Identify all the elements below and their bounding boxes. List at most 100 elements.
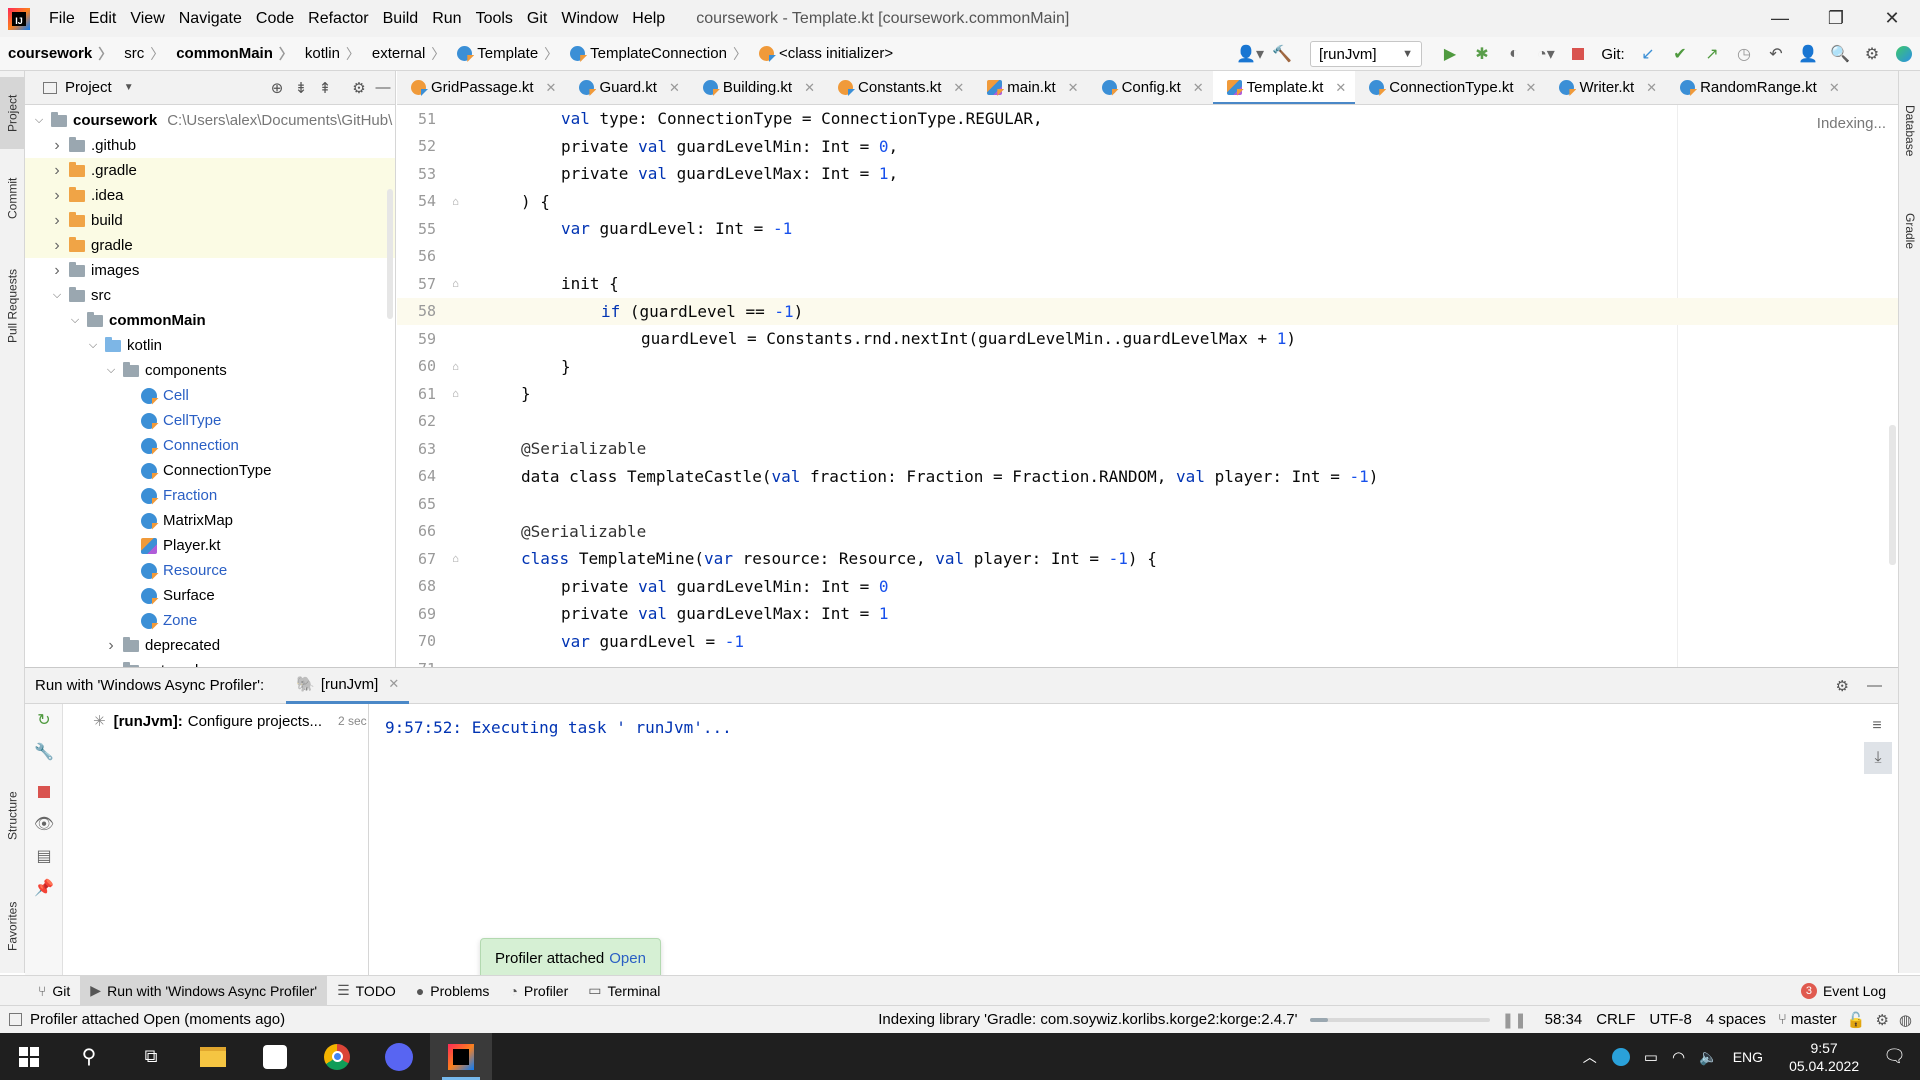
hide-panel-icon[interactable]: — bbox=[1867, 677, 1882, 694]
menu-item[interactable]: View bbox=[123, 10, 171, 28]
inspection-icon[interactable]: ⚙ bbox=[1875, 1011, 1888, 1029]
tree-item[interactable]: ⌵external bbox=[25, 658, 395, 667]
tree-item[interactable]: Player.kt bbox=[25, 533, 395, 558]
tool-window-button[interactable]: ⑂ Git bbox=[28, 976, 80, 1006]
hide-panel-icon[interactable]: — bbox=[371, 79, 395, 96]
fold-marker-icon[interactable]: ⌂ bbox=[442, 360, 469, 373]
fold-marker-icon[interactable]: ⌂ bbox=[442, 277, 469, 290]
close-button[interactable]: ✕ bbox=[1864, 0, 1920, 37]
project-view-select[interactable]: Project bbox=[65, 79, 112, 96]
close-tab-icon[interactable]: ✕ bbox=[669, 80, 680, 96]
wrench-icon[interactable]: 🔧 bbox=[25, 736, 63, 768]
menu-item[interactable]: Build bbox=[376, 10, 426, 28]
close-tab-icon[interactable]: ✕ bbox=[804, 80, 815, 96]
editor-tab[interactable]: Building.kt ✕ bbox=[689, 71, 824, 104]
tree-item[interactable]: Connection bbox=[25, 433, 395, 458]
tree-item[interactable]: › deprecated bbox=[25, 633, 395, 658]
file-explorer-icon[interactable] bbox=[182, 1033, 244, 1080]
chevron-right-icon[interactable]: › bbox=[49, 137, 65, 155]
profiler-open-link[interactable]: Open bbox=[609, 950, 646, 967]
coverage-icon[interactable]: ◐ bbox=[1500, 40, 1528, 68]
gear-icon[interactable]: ⚙ bbox=[347, 79, 371, 97]
chevron-down-icon[interactable]: ⌵ bbox=[31, 114, 47, 127]
indexing-status[interactable]: Indexing library 'Gradle: com.soywiz.kor… bbox=[878, 1011, 1297, 1028]
notifications-icon[interactable]: 🗨 bbox=[1883, 1046, 1906, 1067]
soft-wrap-icon[interactable]: ≡ bbox=[1858, 710, 1896, 742]
chevron-right-icon[interactable]: › bbox=[49, 212, 65, 230]
rollback-icon[interactable]: ↶ bbox=[1762, 40, 1790, 68]
breadcrumb-item[interactable]: <class initializer> bbox=[751, 45, 897, 62]
account-icon[interactable]: 👤 bbox=[1794, 40, 1822, 68]
close-tab-icon[interactable]: ✕ bbox=[1193, 80, 1204, 96]
status-message[interactable]: Profiler attached Open (moments ago) bbox=[30, 1011, 285, 1028]
tool-window-button[interactable]: ◔ Profiler bbox=[499, 976, 578, 1006]
run-configuration-select[interactable]: [runJvm] ▼ bbox=[1310, 41, 1422, 67]
lock-icon[interactable]: 🔓 bbox=[1847, 1011, 1866, 1029]
stop-icon[interactable] bbox=[1564, 40, 1592, 68]
close-tab-icon[interactable]: ✕ bbox=[1068, 80, 1079, 96]
menu-item[interactable]: Edit bbox=[82, 10, 124, 28]
chevron-right-icon[interactable]: › bbox=[49, 237, 65, 255]
chevron-down-icon[interactable]: ⌵ bbox=[49, 289, 65, 302]
git-update-icon[interactable]: ↙ bbox=[1634, 40, 1662, 68]
settings-icon[interactable]: ⚙ bbox=[1858, 40, 1886, 68]
intellij-taskbar-icon[interactable] bbox=[430, 1033, 492, 1080]
breadcrumb-item[interactable]: kotlin 〉 bbox=[297, 44, 364, 64]
chevron-down-icon[interactable]: ⌵ bbox=[67, 314, 83, 327]
git-push-icon[interactable]: ↗ bbox=[1698, 40, 1726, 68]
tree-item[interactable]: › build bbox=[25, 208, 395, 233]
telegram-icon[interactable] bbox=[1611, 1047, 1630, 1066]
tree-item[interactable]: ConnectionType bbox=[25, 458, 395, 483]
tree-item[interactable]: ⌵ components bbox=[25, 358, 395, 383]
tree-item[interactable]: ⌵ kotlin bbox=[25, 333, 395, 358]
editor-tab[interactable]: GridPassage.kt ✕ bbox=[397, 71, 565, 104]
tool-window-button[interactable]: ▶ Run with 'Windows Async Profiler' bbox=[80, 975, 328, 1006]
pull-requests-tool-tab[interactable]: Pull Requests bbox=[0, 251, 25, 361]
tree-item[interactable]: › .idea bbox=[25, 183, 395, 208]
chevron-right-icon[interactable]: › bbox=[103, 637, 119, 655]
task-view-icon[interactable]: ⧉ bbox=[120, 1033, 182, 1080]
maximize-button[interactable]: ❐ bbox=[1808, 0, 1864, 37]
chevron-right-icon[interactable]: › bbox=[49, 162, 65, 180]
twitch-icon[interactable] bbox=[244, 1033, 306, 1080]
menu-item[interactable]: File bbox=[42, 10, 82, 28]
editor-tab[interactable]: Template.kt ✕ bbox=[1212, 71, 1356, 104]
tree-item[interactable]: Resource bbox=[25, 558, 395, 583]
profile-icon[interactable]: ◔▾ bbox=[1532, 40, 1560, 68]
tree-item[interactable]: Fraction bbox=[25, 483, 395, 508]
minimize-button[interactable]: — bbox=[1752, 0, 1808, 37]
debug-icon[interactable]: ✱ bbox=[1468, 40, 1496, 68]
pin-icon[interactable]: 📌 bbox=[25, 872, 63, 904]
favorites-tool-tab[interactable]: Favorites bbox=[0, 886, 25, 966]
line-separator[interactable]: CRLF bbox=[1596, 1011, 1635, 1028]
search-icon[interactable]: 🔍 bbox=[1826, 40, 1854, 68]
menu-item[interactable]: Tools bbox=[469, 10, 520, 28]
close-tab-icon[interactable]: ✕ bbox=[1646, 80, 1657, 96]
scroll-to-end-icon[interactable]: ⤓ bbox=[1864, 742, 1892, 774]
language-indicator[interactable]: ENG bbox=[1733, 1049, 1763, 1065]
tree-item[interactable]: Surface bbox=[25, 583, 395, 608]
menu-item[interactable]: Navigate bbox=[172, 10, 249, 28]
editor-tab[interactable]: Writer.kt ✕ bbox=[1545, 71, 1666, 104]
chevron-down-icon[interactable]: ⌵ bbox=[85, 339, 101, 352]
tree-item[interactable]: › .github bbox=[25, 133, 395, 158]
chevron-up-icon[interactable]: ︿ bbox=[1583, 1047, 1597, 1067]
expand-all-icon[interactable]: ⇟ bbox=[289, 79, 313, 97]
tree-item[interactable]: › images bbox=[25, 258, 395, 283]
clock[interactable]: 9:57 05.04.2022 bbox=[1789, 1039, 1859, 1075]
user-icon[interactable]: 👤▾ bbox=[1236, 40, 1264, 68]
chevron-down-icon[interactable]: ▼ bbox=[124, 82, 134, 93]
collapse-all-icon[interactable]: ⇞ bbox=[313, 79, 337, 97]
search-icon[interactable]: ⚲ bbox=[58, 1033, 120, 1080]
chevron-right-icon[interactable]: › bbox=[49, 187, 65, 205]
caret-position[interactable]: 58:34 bbox=[1545, 1011, 1583, 1028]
fold-marker-icon[interactable]: ⌂ bbox=[442, 387, 469, 400]
editor-tab[interactable]: ConnectionType.kt ✕ bbox=[1355, 71, 1545, 104]
history-icon[interactable]: ◷ bbox=[1730, 40, 1758, 68]
fold-marker-icon[interactable]: ⌂ bbox=[442, 552, 469, 565]
menu-item[interactable]: Help bbox=[625, 10, 672, 28]
breadcrumb-item[interactable]: src 〉 bbox=[116, 44, 168, 64]
close-tab-icon[interactable]: ✕ bbox=[1526, 80, 1537, 96]
tree-item[interactable]: › .gradle bbox=[25, 158, 395, 183]
close-tab-icon[interactable]: ✕ bbox=[1829, 80, 1840, 96]
